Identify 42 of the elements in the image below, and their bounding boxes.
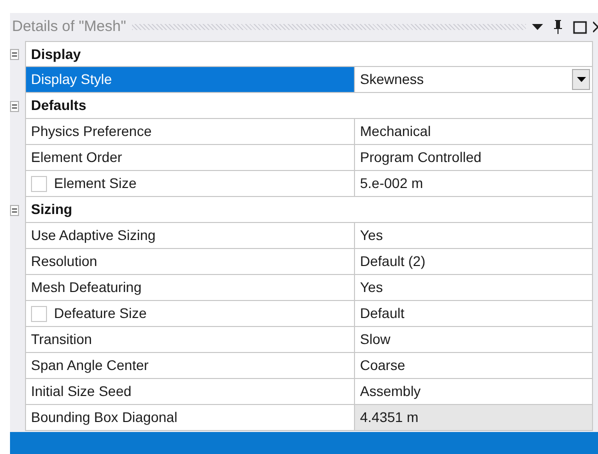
property-name[interactable]: Display Style <box>25 67 355 93</box>
property-cell[interactable]: Element Size <box>25 171 355 197</box>
collapse-icon[interactable] <box>10 100 19 112</box>
collapse-icon[interactable] <box>10 204 19 216</box>
property-label: Defeature Size <box>54 304 147 323</box>
dropdown-button[interactable] <box>572 69 590 90</box>
property-value[interactable]: Coarse <box>355 353 593 379</box>
property-cell[interactable]: Defeature Size <box>25 301 355 327</box>
pin-icon[interactable] <box>553 19 563 35</box>
panel-title: Details of "Mesh" <box>12 16 126 37</box>
property-value[interactable]: Slow <box>355 327 593 353</box>
property-value[interactable]: Default <box>355 301 593 327</box>
collapse-icon[interactable] <box>10 48 19 60</box>
property-name[interactable]: Element Order <box>25 145 355 171</box>
dropdown-value: Skewness <box>360 70 425 89</box>
section-header[interactable]: Display <box>25 41 593 67</box>
checkbox[interactable] <box>31 306 47 322</box>
property-name[interactable]: Initial Size Seed <box>25 379 355 405</box>
property-name[interactable]: Physics Preference <box>25 119 355 145</box>
property-value[interactable]: Yes <box>355 275 593 301</box>
property-name[interactable]: Bounding Box Diagonal <box>25 405 355 431</box>
property-label: Element Size <box>54 174 136 193</box>
maximize-icon[interactable] <box>573 20 587 34</box>
property-value[interactable]: Yes <box>355 223 593 249</box>
value-dropdown[interactable]: Skewness <box>355 67 593 93</box>
property-value[interactable]: 4.4351 m <box>355 405 593 431</box>
close-icon[interactable] <box>593 21 598 33</box>
property-name[interactable]: Resolution <box>25 249 355 275</box>
section-header[interactable]: Defaults <box>25 93 593 119</box>
caret-icon <box>576 77 586 82</box>
property-value[interactable]: 5.e-002 m <box>355 171 593 197</box>
property-name[interactable]: Transition <box>25 327 355 353</box>
dropdown-icon[interactable] <box>532 24 543 30</box>
property-name[interactable]: Span Angle Center <box>25 353 355 379</box>
checkbox[interactable] <box>31 176 47 192</box>
property-value[interactable]: Mechanical <box>355 119 593 145</box>
property-value[interactable]: Default (2) <box>355 249 593 275</box>
property-name[interactable]: Use Adaptive Sizing <box>25 223 355 249</box>
property-value[interactable]: Program Controlled <box>355 145 593 171</box>
property-name[interactable]: Mesh Defeaturing <box>25 275 355 301</box>
section-header[interactable]: Sizing <box>25 197 593 223</box>
property-value[interactable]: Assembly <box>355 379 593 405</box>
